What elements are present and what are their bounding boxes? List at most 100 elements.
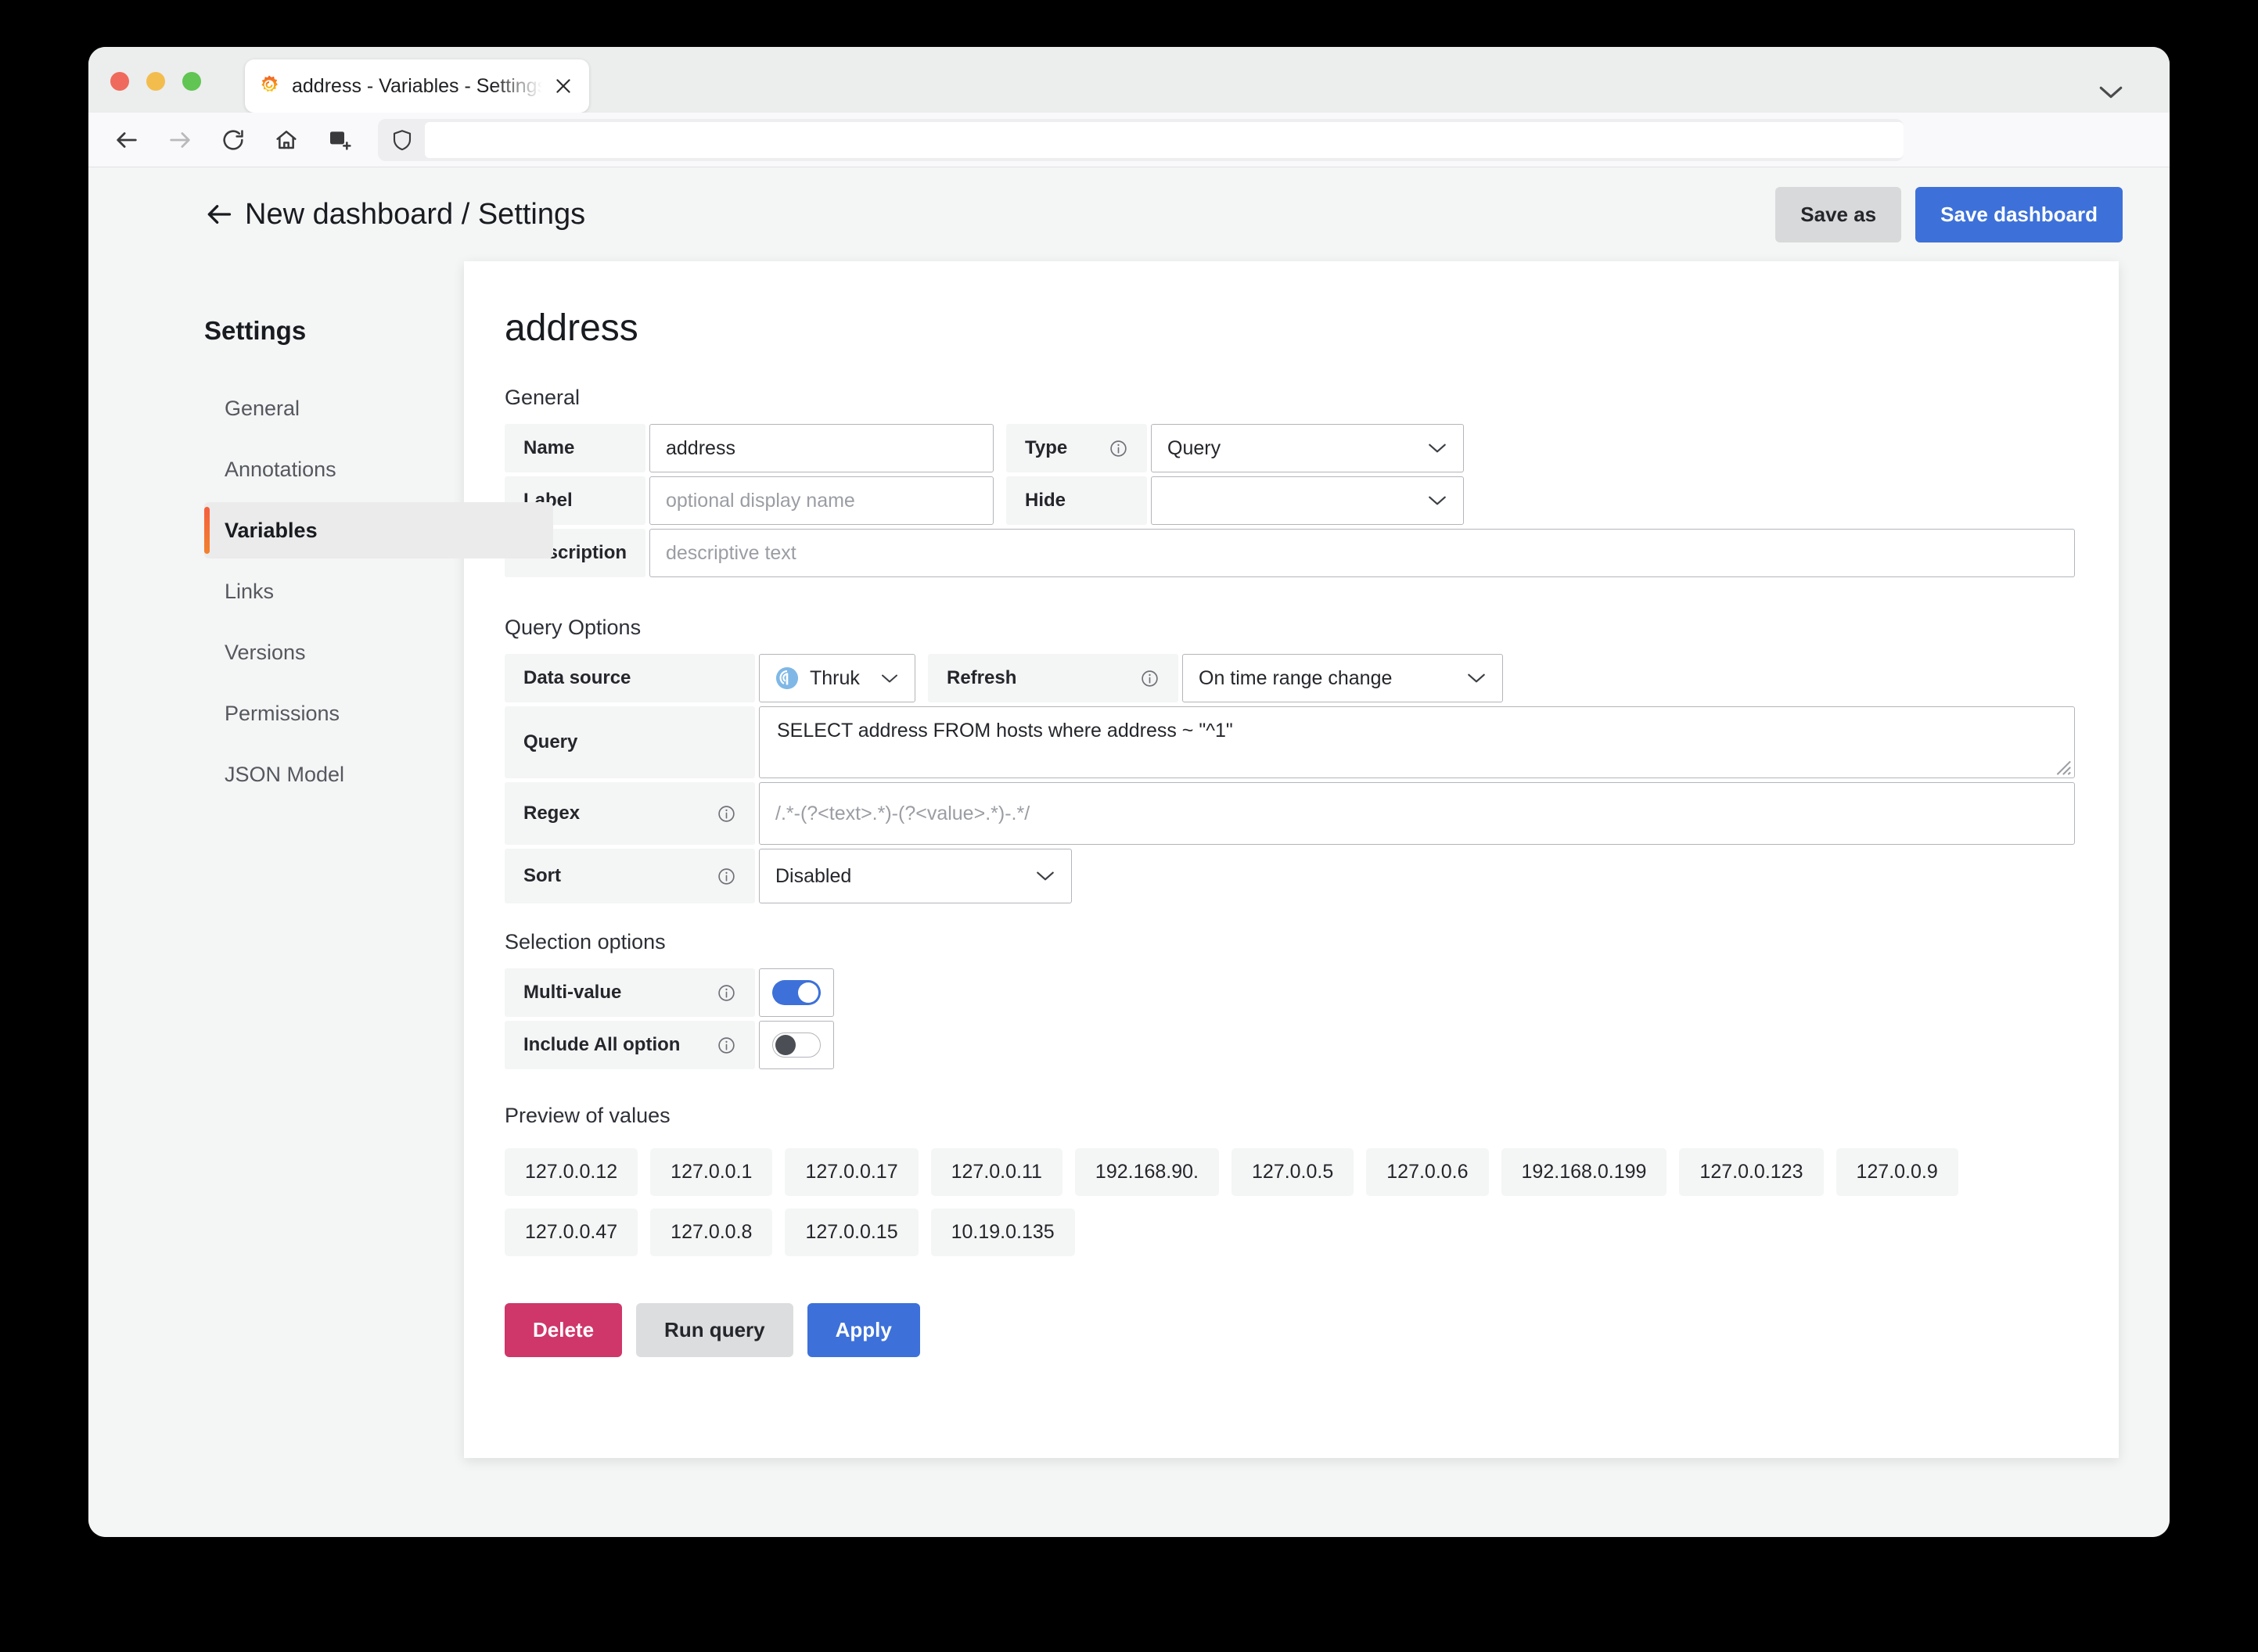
preview-value-chip[interactable]: 127.0.0.8 [650, 1208, 772, 1256]
run-query-button[interactable]: Run query [636, 1303, 793, 1357]
preview-value-chip[interactable]: 127.0.0.123 [1679, 1148, 1823, 1196]
preview-value-chip[interactable]: 127.0.0.5 [1231, 1148, 1354, 1196]
include-all-toggle[interactable] [759, 1021, 834, 1069]
preview-value-chip[interactable]: 10.19.0.135 [931, 1208, 1075, 1256]
multi-value-row: Multi-value [505, 968, 2075, 1017]
info-icon[interactable] [696, 804, 736, 824]
sort-select[interactable]: Disabled [759, 849, 1072, 903]
sidebar-item-links[interactable]: Links [204, 563, 464, 620]
preview-section-label: Preview of values [505, 1104, 2075, 1128]
sidebar-item-versions[interactable]: Versions [204, 624, 464, 681]
close-icon[interactable] [550, 73, 577, 99]
sidebar-item-label: Variables [225, 519, 318, 543]
preview-value-chip[interactable]: 192.168.0.199 [1501, 1148, 1667, 1196]
preview-value-chip[interactable]: 127.0.0.9 [1836, 1148, 1958, 1196]
window-traffic-lights [110, 72, 201, 91]
close-window-button[interactable] [110, 72, 129, 91]
refresh-select[interactable]: On time range change [1182, 654, 1503, 702]
info-icon[interactable] [1088, 439, 1128, 458]
home-icon[interactable] [265, 119, 307, 161]
regex-input[interactable]: /.*-(?<text>.*)-(?<value>.*)-.*/ [759, 782, 2075, 845]
description-input[interactable]: descriptive text [649, 529, 2075, 577]
preview-value-chip[interactable]: 127.0.0.11 [931, 1148, 1062, 1196]
refresh-label: Refresh [928, 654, 1178, 702]
sidebar-item-variables[interactable]: Variables [204, 502, 553, 558]
sidebar-item-label: General [225, 397, 300, 421]
multi-value-label-text: Multi-value [523, 982, 621, 1004]
preview-value-chip[interactable]: 127.0.0.6 [1366, 1148, 1488, 1196]
arrow-left-icon[interactable] [204, 199, 234, 229]
chevron-down-icon [1035, 870, 1055, 882]
header-actions: Save as Save dashboard [1775, 187, 2123, 242]
forward-arrow-icon[interactable] [159, 119, 201, 161]
variable-actions: Delete Run query Apply [505, 1303, 2075, 1357]
preview-value-chip[interactable]: 192.168.90. [1075, 1148, 1219, 1196]
chevron-down-icon [880, 673, 899, 684]
preview-values-list: 127.0.0.12 127.0.0.1 127.0.0.17 127.0.0.… [505, 1148, 2075, 1256]
preview-value-chip[interactable]: 127.0.0.47 [505, 1208, 638, 1256]
back-arrow-icon[interactable] [106, 119, 148, 161]
minimize-window-button[interactable] [146, 72, 165, 91]
sidebar-item-label: Annotations [225, 458, 336, 482]
chevron-down-icon [1466, 672, 1487, 684]
label-input[interactable]: optional display name [649, 476, 994, 525]
label-hide-row: Label optional display name Hide [505, 476, 2075, 525]
preview-value-chip[interactable]: 127.0.0.15 [785, 1208, 918, 1256]
reload-icon[interactable] [212, 119, 254, 161]
preview-value-chip[interactable]: 127.0.0.1 [650, 1148, 772, 1196]
description-row: Description descriptive text [505, 529, 2075, 577]
info-icon[interactable] [696, 867, 736, 886]
sidebar-item-label: Versions [225, 641, 306, 665]
refresh-label-text: Refresh [947, 667, 1016, 689]
type-label: Type [1006, 424, 1147, 472]
info-icon[interactable] [696, 1036, 736, 1055]
info-icon[interactable] [1120, 669, 1160, 688]
sidebar-item-permissions[interactable]: Permissions [204, 685, 464, 742]
refresh-select-value: On time range change [1199, 667, 1392, 690]
sidebar-item-label: JSON Model [225, 763, 344, 787]
apply-button[interactable]: Apply [807, 1303, 920, 1357]
maximize-window-button[interactable] [182, 72, 201, 91]
resize-handle-icon[interactable] [2051, 756, 2072, 776]
save-dashboard-button[interactable]: Save dashboard [1915, 187, 2123, 242]
hide-select[interactable] [1151, 476, 1464, 525]
name-label: Name [505, 424, 645, 472]
datasource-value: Thruk [810, 667, 860, 690]
include-all-row: Include All option [505, 1021, 2075, 1069]
name-input[interactable]: address [649, 424, 994, 472]
type-label-text: Type [1025, 437, 1067, 459]
sort-select-value: Disabled [775, 865, 851, 888]
datasource-label: Data source [505, 654, 755, 702]
browser-window: address - Variables - Settings - ( [88, 47, 2170, 1537]
sidebar-item-annotations[interactable]: Annotations [204, 441, 464, 497]
dashboard-settings-header: New dashboard / Settings Save as Save da… [88, 167, 2170, 261]
grafana-page: New dashboard / Settings Save as Save da… [88, 167, 2170, 1537]
chevron-down-icon[interactable] [2098, 84, 2124, 100]
multi-value-toggle[interactable] [759, 968, 834, 1017]
add-sidebar-icon[interactable] [318, 119, 361, 161]
datasource-picker[interactable]: Thruk [759, 654, 915, 702]
delete-button[interactable]: Delete [505, 1303, 622, 1357]
info-icon[interactable] [696, 983, 736, 1003]
sidebar-item-label: Links [225, 580, 274, 604]
type-select[interactable]: Query [1151, 424, 1464, 472]
query-options-section-label: Query Options [505, 616, 2075, 640]
regex-label: Regex [505, 782, 755, 845]
sidebar-item-json-model[interactable]: JSON Model [204, 746, 464, 803]
preview-value-chip[interactable]: 127.0.0.12 [505, 1148, 638, 1196]
url-input[interactable] [425, 122, 1904, 158]
sidebar-item-label: Permissions [225, 702, 340, 726]
general-section-label: General [505, 386, 2075, 410]
preview-value-chip[interactable]: 127.0.0.17 [785, 1148, 918, 1196]
chevron-down-icon [1427, 442, 1447, 454]
save-as-button[interactable]: Save as [1775, 187, 1901, 242]
query-label: Query [505, 706, 755, 778]
variable-editor-card: address General Name address Type [464, 261, 2119, 1458]
browser-tab[interactable]: address - Variables - Settings - ( [245, 59, 589, 113]
hide-label: Hide [1006, 476, 1147, 525]
include-all-label-text: Include All option [523, 1034, 680, 1056]
shield-icon[interactable] [384, 122, 420, 158]
thruk-logo-icon [775, 666, 799, 690]
query-textarea[interactable]: SELECT address FROM hosts where address … [759, 706, 2075, 778]
sidebar-item-general[interactable]: General [204, 380, 464, 436]
